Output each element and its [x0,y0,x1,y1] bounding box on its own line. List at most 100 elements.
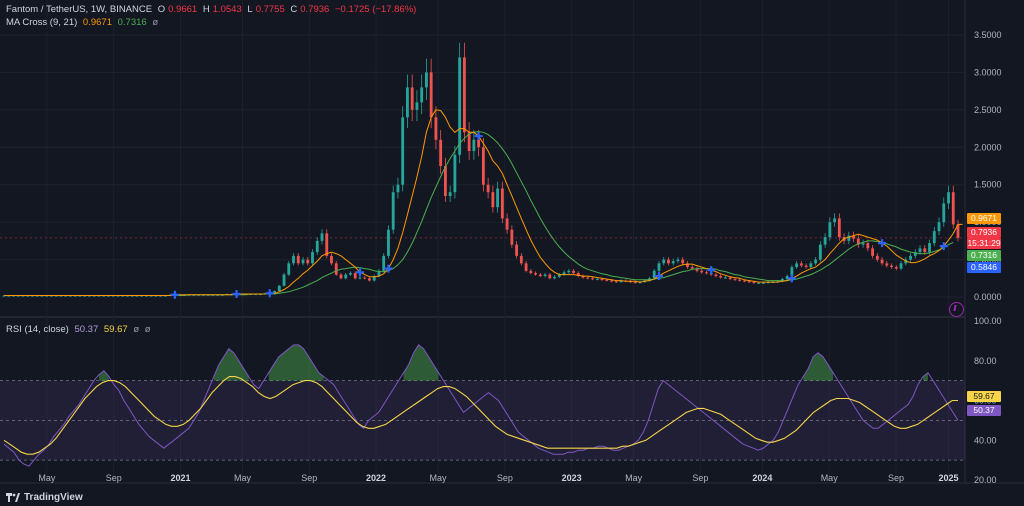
eye-slash-icon[interactable]: ø [145,324,151,335]
candle-body [614,281,618,283]
candle-body [705,272,708,274]
rsi-band [0,380,965,461]
candles[interactable] [2,42,960,297]
candle-body [529,270,533,274]
brand-name: TradingView [24,492,83,503]
candle-body [804,265,808,268]
time-tick-label: Sep [888,473,904,483]
price-tick-label: 2.0000 [974,142,1002,152]
candle-body [923,248,927,253]
candle-body [429,72,433,118]
candle-body [353,273,357,279]
candle-body [799,263,803,266]
ma-fast-line [4,109,963,296]
candle-body [814,259,818,264]
rsi-header[interactable]: RSI (14, close) 50.37 59.67 ø ø [6,324,154,335]
eye-slash-icon[interactable]: ø [133,324,139,335]
candle-body [928,243,931,253]
candle-body [591,278,594,280]
price-tick-label: 0.0000 [974,292,1002,302]
ma-fast-value: 0.9671 [82,17,112,28]
candle-body [652,270,656,279]
candle-body [339,274,343,279]
candle-body [951,192,955,225]
candle-body [391,192,395,230]
time-tick-label: May [234,473,252,483]
rsi-overbought-fill [268,344,324,381]
candle-body [543,274,547,277]
candle-body [315,240,319,253]
time-tick-label: 2024 [752,473,772,483]
candle-body [728,277,732,280]
candle-body [899,263,903,269]
candle-body [368,278,371,281]
candle-body [500,188,504,219]
candle-body [349,273,352,275]
candle-body [524,263,528,271]
candle-body [894,267,898,269]
high-label: H [202,4,210,15]
candle-body [595,279,599,281]
candle-body [277,285,281,292]
rsi-badge: 50.37 [967,405,1001,416]
candle-body [510,229,514,245]
candle-body [553,276,556,279]
candle-body [918,248,922,253]
candle-body [282,274,286,286]
ma-header[interactable]: MA Cross (9, 21) 0.9671 0.7316 ø [6,17,161,28]
candle-body [453,154,457,193]
change-value: −0.1725 (−17.86%) [334,4,417,15]
candle-body [586,277,590,279]
candle-body [410,87,414,110]
tradingview-icon [6,493,20,502]
ma-cross-marker [265,289,274,298]
candle-body [425,72,428,88]
rsi-tick-label: 20.00 [974,475,997,485]
candle-body [472,139,476,152]
candle-body [700,270,704,273]
chart-canvas[interactable]: 3.50003.00002.50002.00001.50001.00000.50… [0,0,1024,506]
open-label: O [157,4,166,15]
candle-body [743,280,746,282]
time-tick-label: May [38,473,56,483]
candle-body [401,117,405,185]
close-price-badge: 0.7936 [967,227,1001,238]
candle-body [657,263,661,271]
candle-body [311,252,314,264]
candle-body [439,139,443,166]
candle-body [909,255,912,260]
candle-body [477,139,481,148]
candle-body [301,259,305,264]
time-tick-label: Sep [301,473,317,483]
time-tick-label: Sep [692,473,708,483]
candle-body [538,274,542,277]
rsi-overbought-fill [803,352,834,381]
candle-body [671,261,675,264]
candle-body [491,192,495,208]
rsi-tick-label: 40.00 [974,435,997,445]
candle-body [752,282,756,284]
time-tick-label: Sep [106,473,122,483]
candle-body [415,102,419,110]
candle-body [519,255,523,264]
eye-slash-icon[interactable]: ø [152,17,158,28]
candle-body [942,203,946,223]
candle-body [567,270,571,273]
candle-body [667,259,670,264]
candle-body [572,270,575,274]
candle-body [795,263,799,268]
time-tick-label: 2022 [366,473,386,483]
indicator-icon[interactable] [949,302,964,317]
candle-body [292,255,295,264]
candle-body [823,237,827,245]
candle-body [890,265,893,268]
candle-body [334,263,338,275]
candle-body [420,87,424,103]
time-tick-label: Sep [497,473,513,483]
price-tick-label: 3.5000 [974,30,1002,40]
ma-label: MA Cross (9, 21) [6,17,78,28]
candle-body [548,274,552,279]
candle-body [714,274,718,277]
tradingview-logo[interactable]: TradingView [6,492,83,503]
candle-body [325,233,329,256]
